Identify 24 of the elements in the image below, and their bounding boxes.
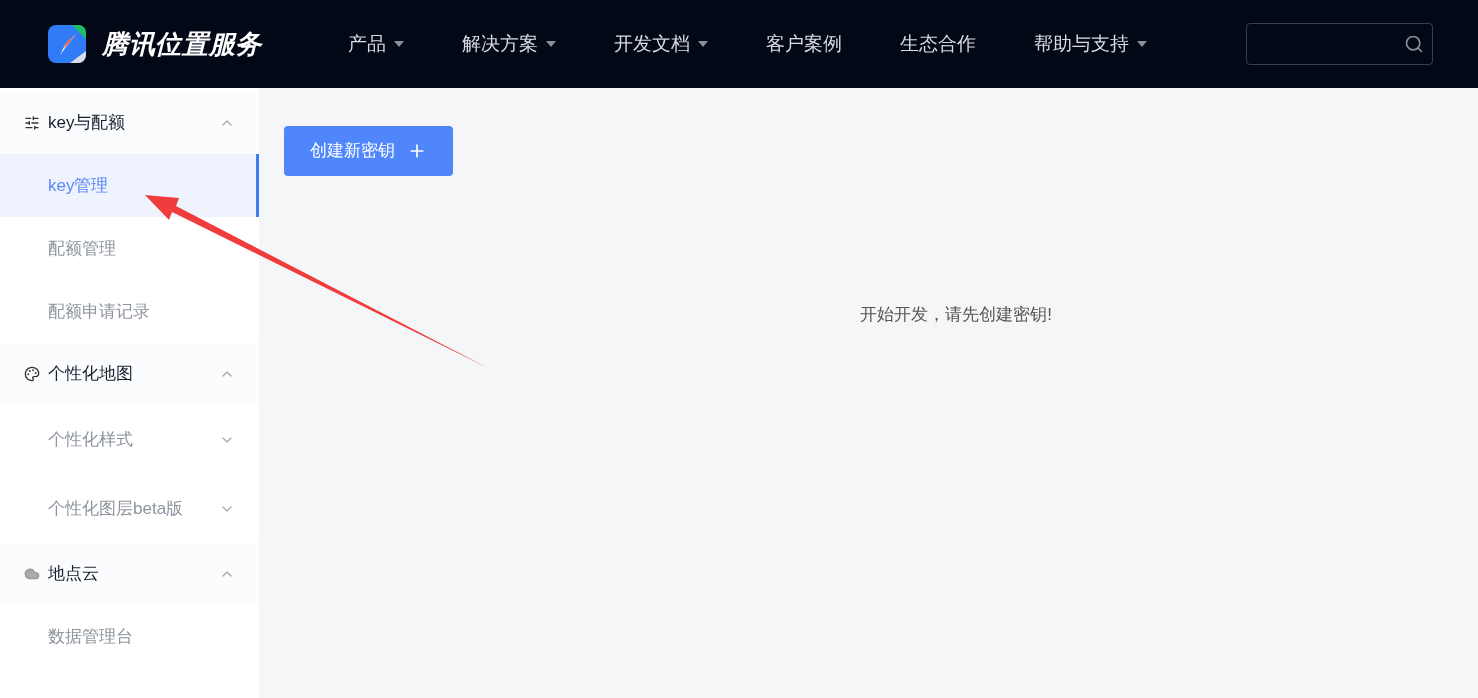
search-icon bbox=[1404, 34, 1424, 54]
group-title: 地点云 bbox=[48, 563, 99, 586]
caret-icon bbox=[546, 41, 556, 47]
group-title: 个性化地图 bbox=[48, 363, 133, 386]
sidebar-group-header[interactable]: key与配额 bbox=[0, 92, 259, 154]
logo-text: 腾讯位置服务 bbox=[102, 27, 262, 61]
caret-icon bbox=[1137, 41, 1147, 47]
nav-link[interactable]: 客户案例 bbox=[766, 29, 842, 59]
nav-link[interactable]: 生态合作 bbox=[900, 29, 976, 59]
nav-link[interactable]: 开发文档 bbox=[614, 29, 708, 59]
group-title: key与配额 bbox=[48, 112, 126, 135]
cloud-icon bbox=[24, 566, 40, 582]
empty-message: 开始开发，请先创建密钥! bbox=[859, 304, 1053, 326]
logo-icon bbox=[48, 25, 86, 63]
search-field[interactable] bbox=[1246, 23, 1433, 65]
sidebar-group-header[interactable]: 地点云 bbox=[0, 543, 259, 605]
nav-link[interactable]: 产品 bbox=[348, 29, 404, 59]
sidebar-group-header[interactable]: 个性化地图 bbox=[0, 343, 259, 405]
caret-icon bbox=[698, 41, 708, 47]
palette-icon bbox=[24, 366, 40, 382]
caret-icon bbox=[394, 41, 404, 47]
sliders-icon bbox=[24, 115, 40, 131]
nav-link[interactable]: 解决方案 bbox=[462, 29, 556, 59]
nav-link[interactable]: 帮助与支持 bbox=[1034, 29, 1147, 59]
